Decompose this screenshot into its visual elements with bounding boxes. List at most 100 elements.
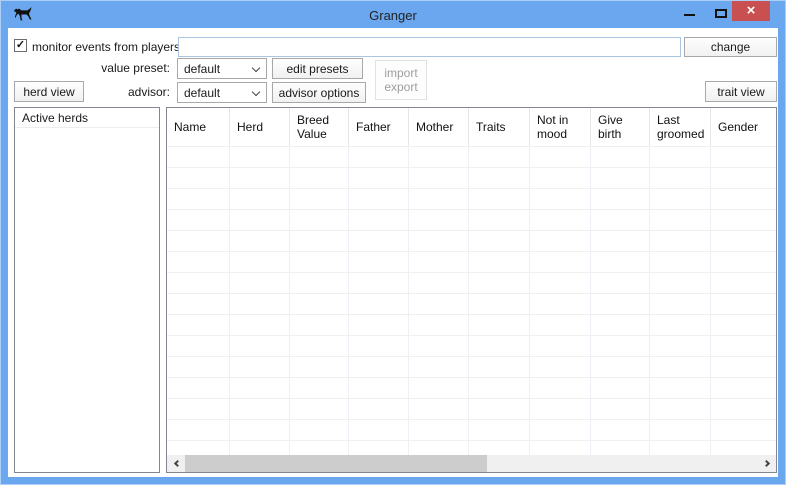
close-button[interactable]: × bbox=[732, 1, 770, 21]
horizontal-scrollbar[interactable] bbox=[167, 455, 776, 472]
table-cell bbox=[530, 273, 591, 293]
table-cell bbox=[349, 147, 409, 167]
table-cell bbox=[409, 189, 469, 209]
player-filter-input[interactable] bbox=[178, 37, 681, 57]
scrollbar-thumb[interactable] bbox=[185, 455, 487, 472]
column-header-name[interactable]: Name bbox=[167, 108, 230, 146]
table-row[interactable] bbox=[167, 231, 776, 252]
table-cell bbox=[290, 378, 349, 398]
table-cell bbox=[230, 189, 290, 209]
column-header-traits[interactable]: Traits bbox=[469, 108, 530, 146]
table-cell bbox=[591, 357, 650, 377]
column-header-mother[interactable]: Mother bbox=[409, 108, 469, 146]
table-cell bbox=[290, 147, 349, 167]
table-cell bbox=[230, 294, 290, 314]
export-label: export bbox=[384, 80, 418, 94]
column-header-last-groomed[interactable]: Last groomed bbox=[650, 108, 711, 146]
table-cell bbox=[409, 378, 469, 398]
table-cell bbox=[650, 189, 711, 209]
chevron-down-icon bbox=[251, 63, 261, 73]
table-row[interactable] bbox=[167, 441, 776, 455]
table-row[interactable] bbox=[167, 336, 776, 357]
table-cell bbox=[349, 441, 409, 455]
table-cell bbox=[349, 294, 409, 314]
value-preset-label: value preset: bbox=[101, 61, 170, 75]
table-cell bbox=[530, 378, 591, 398]
table-cell bbox=[409, 168, 469, 188]
table-cell bbox=[409, 252, 469, 272]
table-cell bbox=[409, 210, 469, 230]
table-cell bbox=[409, 315, 469, 335]
change-button[interactable]: change bbox=[684, 37, 777, 57]
table-row[interactable] bbox=[167, 252, 776, 273]
table-cell bbox=[409, 441, 469, 455]
minimize-icon bbox=[683, 14, 695, 16]
table-cell bbox=[650, 378, 711, 398]
table-cell bbox=[349, 399, 409, 419]
table-cell bbox=[290, 189, 349, 209]
table-cell bbox=[711, 168, 776, 188]
table-row[interactable] bbox=[167, 357, 776, 378]
table-row[interactable] bbox=[167, 273, 776, 294]
table-cell bbox=[591, 294, 650, 314]
table-cell bbox=[349, 336, 409, 356]
column-header-father[interactable]: Father bbox=[349, 108, 409, 146]
table-cell bbox=[290, 420, 349, 440]
table-row[interactable] bbox=[167, 294, 776, 315]
column-header-herd[interactable]: Herd bbox=[230, 108, 290, 146]
table-cell bbox=[591, 315, 650, 335]
table-row[interactable] bbox=[167, 399, 776, 420]
monitor-events-label: monitor events from players: bbox=[32, 40, 184, 54]
value-preset-select[interactable]: default bbox=[177, 58, 267, 79]
table-cell bbox=[409, 357, 469, 377]
table-cell bbox=[167, 420, 230, 440]
maximize-button[interactable] bbox=[708, 0, 734, 22]
table-row[interactable] bbox=[167, 210, 776, 231]
table-cell bbox=[167, 378, 230, 398]
table-cell bbox=[469, 441, 530, 455]
table-cell bbox=[530, 336, 591, 356]
advisor-select[interactable]: default bbox=[177, 82, 267, 103]
table-cell bbox=[230, 252, 290, 272]
table-cell bbox=[530, 210, 591, 230]
column-header-breed-value[interactable]: Breed Value bbox=[290, 108, 349, 146]
table-cell bbox=[650, 252, 711, 272]
minimize-button[interactable] bbox=[676, 0, 702, 22]
table-row[interactable] bbox=[167, 315, 776, 336]
table-cell bbox=[591, 189, 650, 209]
table-cell bbox=[530, 231, 591, 251]
table-cell bbox=[469, 378, 530, 398]
creatures-table[interactable]: Name Herd Breed Value Father Mother Traits Not… bbox=[166, 107, 777, 473]
column-header-give-birth[interactable]: Give birth bbox=[591, 108, 650, 146]
table-cell bbox=[230, 357, 290, 377]
table-cell bbox=[230, 315, 290, 335]
table-row[interactable] bbox=[167, 378, 776, 399]
content-area: ✓ monitor events from players: change va… bbox=[8, 28, 778, 477]
table-row[interactable] bbox=[167, 420, 776, 441]
herd-view-button[interactable]: herd view bbox=[14, 81, 84, 102]
table-cell bbox=[530, 252, 591, 272]
advisor-selected: default bbox=[184, 85, 221, 100]
table-cell bbox=[469, 168, 530, 188]
table-row[interactable] bbox=[167, 189, 776, 210]
column-header-gender[interactable]: Gender bbox=[711, 108, 776, 146]
table-body[interactable] bbox=[167, 147, 776, 455]
table-cell bbox=[469, 231, 530, 251]
scroll-right-button[interactable] bbox=[759, 455, 776, 472]
monitor-events-checkbox[interactable]: ✓ bbox=[14, 39, 27, 52]
trait-view-button[interactable]: trait view bbox=[705, 81, 777, 102]
scroll-left-button[interactable] bbox=[167, 455, 184, 472]
advisor-options-button[interactable]: advisor options bbox=[272, 82, 366, 103]
active-herds-panel[interactable]: Active herds bbox=[14, 107, 160, 473]
edit-presets-button[interactable]: edit presets bbox=[272, 58, 363, 79]
table-cell bbox=[349, 168, 409, 188]
table-row[interactable] bbox=[167, 147, 776, 168]
maximize-icon bbox=[715, 8, 727, 18]
table-cell bbox=[167, 210, 230, 230]
table-cell bbox=[650, 168, 711, 188]
column-header-not-in-mood[interactable]: Not in mood bbox=[530, 108, 591, 146]
titlebar[interactable]: Granger × bbox=[0, 0, 786, 28]
table-cell bbox=[230, 168, 290, 188]
table-row[interactable] bbox=[167, 168, 776, 189]
table-cell bbox=[591, 336, 650, 356]
